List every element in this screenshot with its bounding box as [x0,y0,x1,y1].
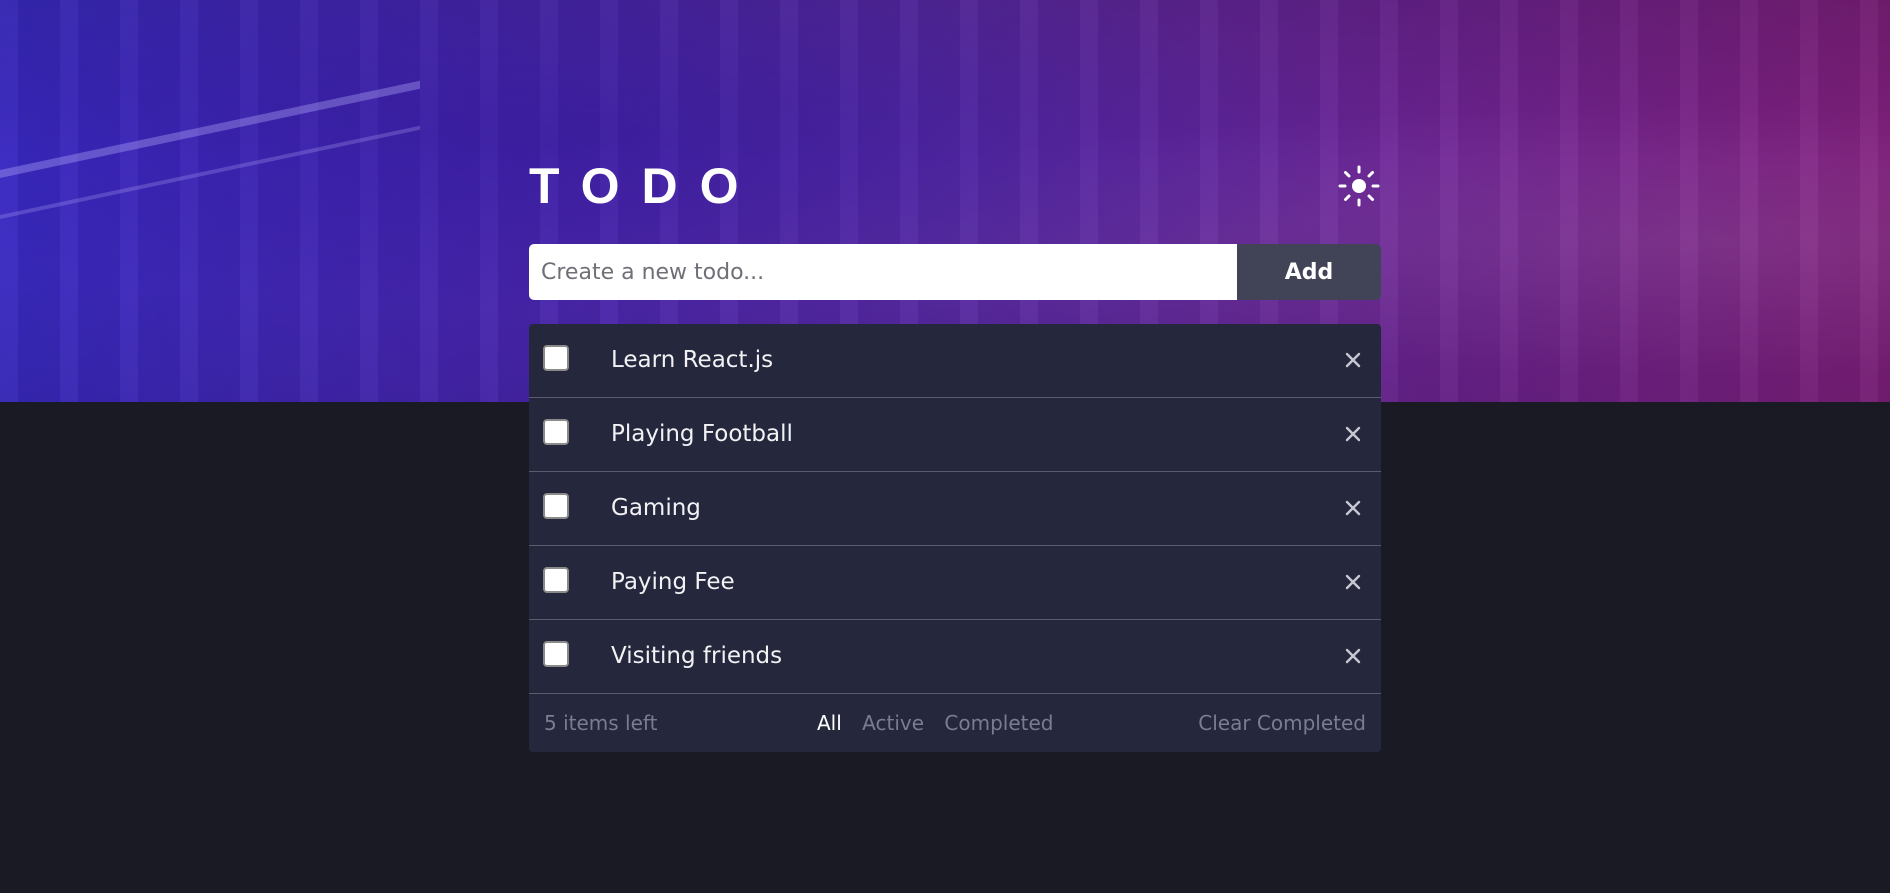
todo-checkbox[interactable] [543,345,569,371]
todo-app: TODO Add Learn React [529,150,1381,752]
close-icon [1345,352,1361,368]
todo-footer: 5 items left All Active Completed Clear … [529,694,1381,752]
todo-text: Gaming [611,495,701,521]
theme-toggle-button[interactable] [1337,164,1381,208]
todo-item: Visiting friends [529,620,1381,694]
todo-checkbox[interactable] [543,493,569,519]
todo-item: Learn React.js [529,324,1381,398]
new-todo-input[interactable] [529,244,1237,300]
todo-text: Learn React.js [611,347,774,373]
todo-item: Paying Fee [529,546,1381,620]
close-icon [1345,426,1361,442]
delete-button[interactable] [1341,348,1365,372]
todo-checkbox[interactable] [543,419,569,445]
filter-active[interactable]: Active [862,694,924,752]
close-icon [1345,574,1361,590]
add-button[interactable]: Add [1237,244,1381,300]
close-icon [1345,648,1361,664]
items-left-count: 5 items left [544,711,658,735]
app-header: TODO [529,150,1381,222]
todo-text: Playing Football [611,421,793,447]
new-todo-form: Add [529,244,1381,300]
todo-item: Gaming [529,472,1381,546]
delete-button[interactable] [1341,570,1365,594]
todo-text: Visiting friends [611,643,783,669]
delete-button[interactable] [1341,644,1365,668]
close-icon [1345,500,1361,516]
app-title: TODO [529,158,761,214]
delete-button[interactable] [1341,422,1365,446]
delete-button[interactable] [1341,496,1365,520]
filter-group: All Active Completed [817,694,1067,752]
todo-checkbox[interactable] [543,641,569,667]
todo-list: Learn React.js Playing Football Gaming P… [529,324,1381,752]
todo-text: Paying Fee [611,569,735,595]
todo-checkbox[interactable] [543,567,569,593]
sun-icon [1338,165,1380,207]
clear-completed-button[interactable]: Clear Completed [1198,694,1366,752]
filter-completed[interactable]: Completed [944,694,1053,752]
todo-item: Playing Football [529,398,1381,472]
filter-all[interactable]: All [817,694,842,752]
